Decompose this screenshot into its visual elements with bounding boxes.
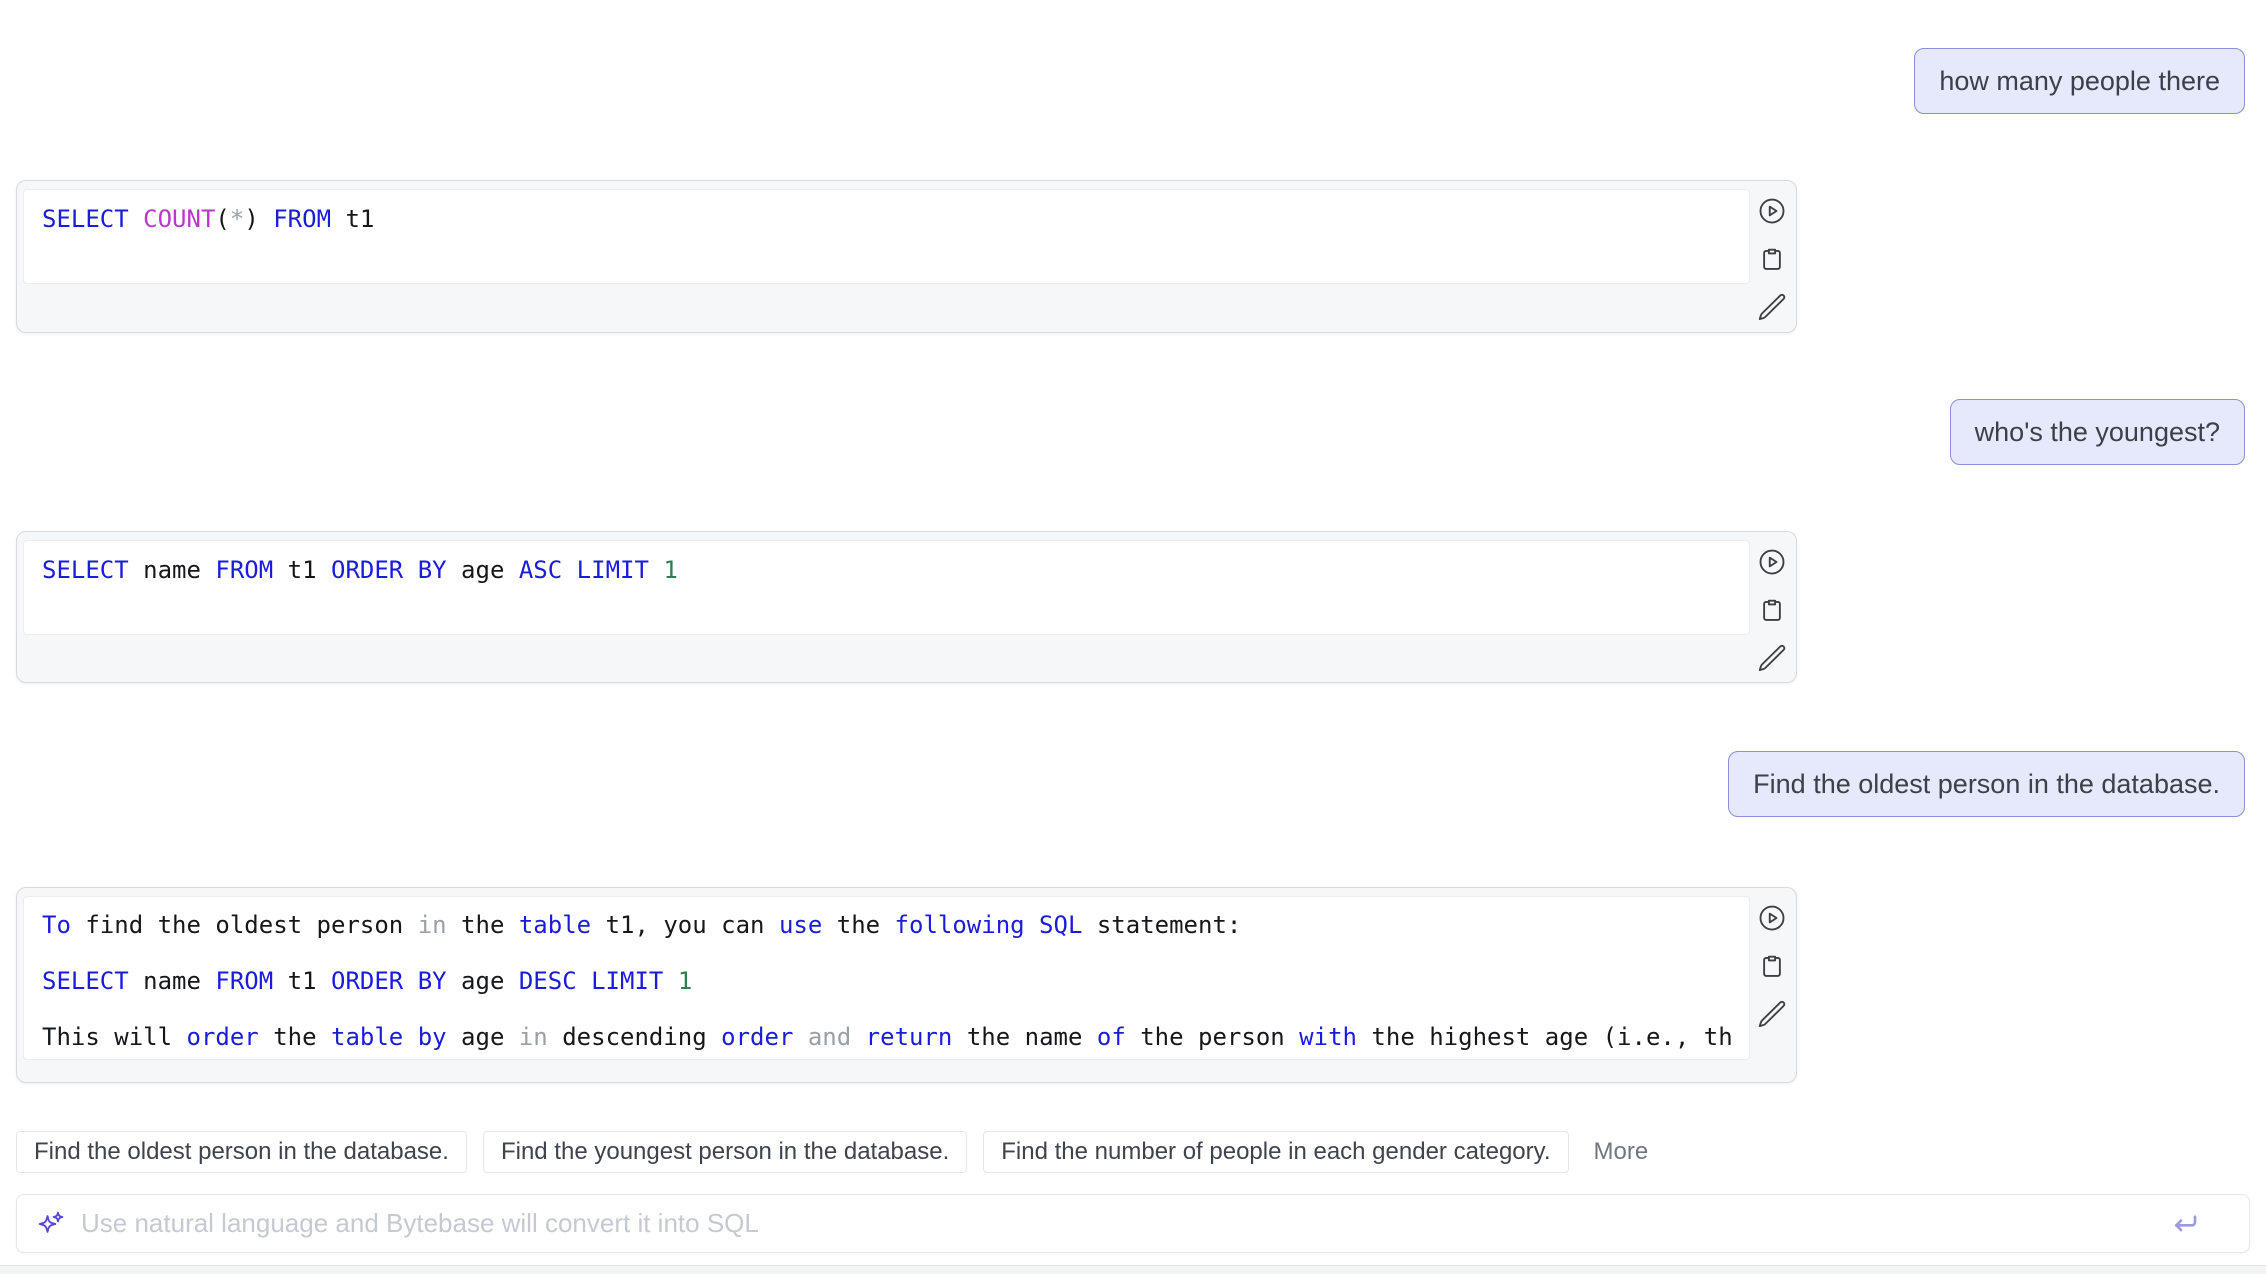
user-message-row: who's the youngest? xyxy=(0,399,2266,465)
copy-button[interactable] xyxy=(1757,950,1788,981)
card-footer xyxy=(17,635,1796,682)
bottom-divider xyxy=(0,1265,2266,1274)
play-circle-icon xyxy=(1757,547,1787,577)
pencil-icon xyxy=(1757,999,1787,1029)
natural-language-input[interactable] xyxy=(79,1207,2169,1240)
sql-answer-card: SELECT name FROM t1 ORDER BY age ASC LIM… xyxy=(16,531,1797,683)
sql-code-editor[interactable]: SELECT COUNT(*) FROM t1 xyxy=(23,189,1750,284)
run-query-button[interactable] xyxy=(1757,902,1788,933)
card-footer xyxy=(17,1060,1796,1082)
answer-text-line: This will order the table by age in desc… xyxy=(42,1023,1731,1051)
answer-text-line: To find the oldest person in the table t… xyxy=(42,911,1731,939)
clipboard-icon xyxy=(1757,244,1787,274)
run-query-button[interactable] xyxy=(1757,546,1788,577)
submit-query-button[interactable] xyxy=(2169,1208,2201,1240)
user-message-bubble: Find the oldest person in the database. xyxy=(1728,751,2245,817)
sql-code-line: SELECT COUNT(*) FROM t1 xyxy=(42,205,1731,233)
clipboard-icon xyxy=(1757,595,1787,625)
sql-code-editor[interactable]: SELECT name FROM t1 ORDER BY age ASC LIM… xyxy=(23,540,1750,635)
copy-button[interactable] xyxy=(1757,594,1788,625)
sql-code-line: SELECT name FROM t1 ORDER BY age ASC LIM… xyxy=(42,556,1731,584)
sql-answer-card: SELECT COUNT(*) FROM t1 xyxy=(16,180,1797,333)
suggestion-chip-gender-count[interactable]: Find the number of people in each gender… xyxy=(983,1131,1568,1173)
user-message-bubble: who's the youngest? xyxy=(1950,399,2245,465)
user-message-row: how many people there xyxy=(0,48,2266,114)
sql-answer-card: To find the oldest person in the table t… xyxy=(16,887,1797,1083)
clipboard-icon xyxy=(1757,951,1787,981)
run-query-button[interactable] xyxy=(1757,195,1788,226)
more-suggestions-button[interactable]: More xyxy=(1594,1138,1649,1166)
suggestion-chips-row: Find the oldest person in the database. … xyxy=(16,1131,2250,1173)
pencil-icon xyxy=(1757,292,1787,322)
play-circle-icon xyxy=(1757,196,1787,226)
play-circle-icon xyxy=(1757,903,1787,933)
edit-button[interactable] xyxy=(1757,291,1788,322)
nl2sql-composer xyxy=(16,1194,2250,1253)
sql-code-editor[interactable]: To find the oldest person in the table t… xyxy=(23,896,1750,1060)
sql-toolbar xyxy=(1755,195,1789,322)
sparkles-icon xyxy=(37,1210,65,1238)
copy-button[interactable] xyxy=(1757,243,1788,274)
sql-toolbar xyxy=(1755,546,1789,673)
suggestion-chip-oldest[interactable]: Find the oldest person in the database. xyxy=(16,1131,467,1173)
edit-button[interactable] xyxy=(1757,998,1788,1029)
sql-code-line: SELECT name FROM t1 ORDER BY age DESC LI… xyxy=(42,967,1731,995)
edit-button[interactable] xyxy=(1757,642,1788,673)
suggestion-chip-youngest[interactable]: Find the youngest person in the database… xyxy=(483,1131,967,1173)
sql-toolbar xyxy=(1755,902,1789,1029)
bytebase-ai-chat: how many people there SELECT COUNT(*) FR… xyxy=(0,0,2266,1274)
card-footer xyxy=(17,284,1796,332)
user-message-row: Find the oldest person in the database. xyxy=(0,751,2266,817)
pencil-icon xyxy=(1757,643,1787,673)
return-arrow-icon xyxy=(2169,1208,2201,1240)
user-message-bubble: how many people there xyxy=(1914,48,2245,114)
